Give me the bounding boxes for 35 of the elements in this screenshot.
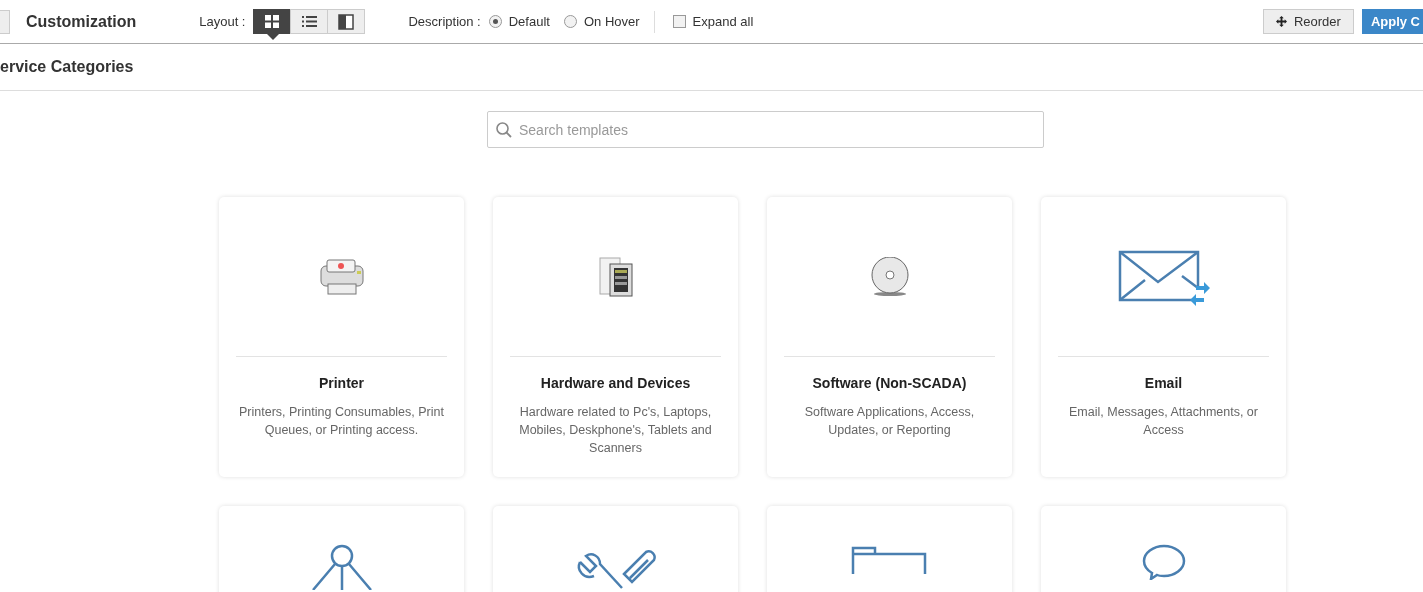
printer-icon [318,257,365,296]
speech-bubble-icon [1141,544,1186,580]
folder-icon [850,544,929,574]
card-description: Email, Messages, Attachments, or Access [1068,404,1259,439]
category-card[interactable]: Hardware and Devices Hardware related to Pc's, Laptops, Mobiles, Deskphone's, Tablets and Scanners [493,197,738,477]
search-icon [496,122,512,138]
radio-option[interactable]: On Hover [563,14,640,29]
card-title: Email [1144,375,1183,391]
card-title: Printer [318,375,365,391]
reorder-button[interactable]: Reorder [1262,9,1354,34]
category-card[interactable]: Printer Printers, Printing Consumables, Print Queues, or Printing access. [219,197,464,477]
category-card[interactable]: Software (Non-SCADA) Software Applications, Access, Updates, or Reporting [767,197,1012,477]
card-title: Hardware and Devices [540,375,691,391]
apply-button[interactable]: Apply C [1361,9,1423,34]
move-icon [1275,16,1287,27]
radio-icon[interactable] [563,15,577,28]
grid-icon [265,15,280,28]
radio-icon[interactable] [488,15,502,28]
list-icon [302,16,317,27]
card-description: Hardware related to Pc's, Laptops, Mobiles, Deskphone's, Tablets and Scanners [518,404,713,457]
card-title: Software (Non-SCADA) [812,375,967,391]
disc-icon [869,256,910,297]
radio-option[interactable]: Default [488,14,550,29]
page-title: Customization [26,12,137,31]
category-card[interactable]: Email Email, Messages, Attachments, or Access [1041,197,1286,477]
section-title: ervice Categories [0,58,134,76]
card-description: Software Applications, Access, Updates, or Reporting [803,404,976,439]
checkbox-icon[interactable] [672,15,686,28]
description-label: Description : [408,14,481,29]
card-description: Printers, Printing Consumables, Print Queues, or Printing access. [238,404,445,439]
toolbar-button[interactable] [0,9,10,34]
expand-all-checkbox[interactable]: Expand all [672,14,754,29]
split-view-icon [338,13,355,30]
search-field[interactable]: Search templates [487,111,1044,148]
layout-label: Layout : [199,14,246,29]
